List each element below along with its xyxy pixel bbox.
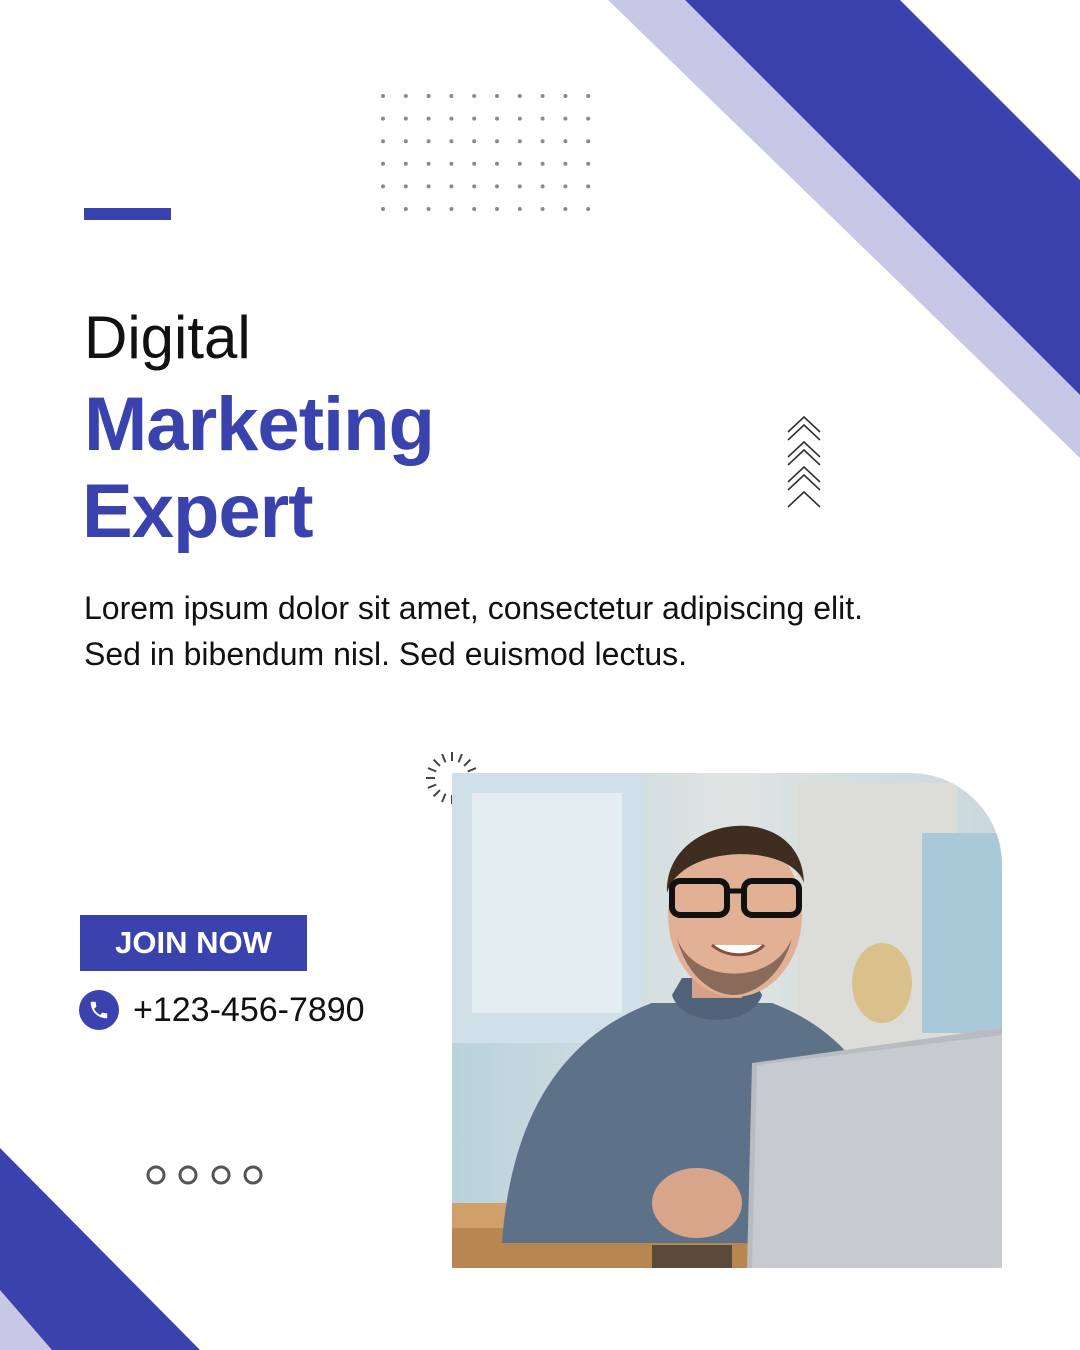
grid-dot: [563, 207, 568, 211]
grid-dot: [517, 161, 522, 166]
circle-4: [243, 1165, 263, 1185]
description: Lorem ipsum dolor sit amet, consectetur …: [84, 585, 1044, 677]
grid-dot: [563, 116, 568, 121]
grid-dot: [449, 139, 454, 144]
grid-dot: [426, 116, 431, 121]
grid-dot: [381, 161, 385, 166]
grid-dot: [495, 116, 499, 121]
grid-dot: [563, 161, 568, 166]
grid-dot: [403, 116, 408, 121]
grid-dot: [426, 184, 431, 189]
sunburst-ray: [467, 767, 477, 773]
grid-dot: [495, 161, 499, 166]
headline-digital: Digital: [84, 304, 251, 371]
grid-dot: [563, 139, 568, 144]
grid-dot: [426, 94, 431, 98]
grid-dot: [495, 94, 499, 98]
grid-dot: [381, 139, 385, 144]
grid-dot: [449, 116, 454, 121]
grid-dot: [517, 94, 522, 98]
grid-dot: [472, 94, 477, 98]
sunburst-ray: [432, 758, 441, 767]
grid-dot: [381, 94, 385, 98]
circle-1: [146, 1165, 166, 1185]
grid-dot: [540, 116, 545, 121]
grid-dot: [517, 139, 522, 144]
grid-dot: [586, 139, 591, 144]
hero-photo: [452, 773, 1002, 1268]
grid-dot: [403, 94, 408, 98]
grid-dot: [449, 94, 454, 98]
grid-dot: [403, 161, 408, 166]
grid-dot: [381, 184, 385, 189]
grid-dot: [586, 161, 591, 166]
grid-dot: [495, 207, 499, 211]
grid-dot: [472, 161, 477, 166]
grid-dot: [449, 161, 454, 166]
description-line-1: Lorem ipsum dolor sit amet, consectetur …: [84, 590, 864, 626]
phone-contact[interactable]: +123-456-7890: [79, 990, 365, 1030]
grid-dot: [403, 184, 408, 189]
sunburst-ray: [457, 753, 463, 763]
grid-dot: [540, 207, 545, 211]
dark-stripe-top: [685, 0, 1080, 395]
grid-dot: [472, 139, 477, 144]
grid-dot: [472, 184, 477, 189]
headline-expert: Expert: [82, 469, 314, 554]
grid-dot: [540, 184, 545, 189]
headline-marketing: Marketing: [84, 382, 435, 467]
grid-dot: [586, 116, 591, 121]
chevron-up-icon: [787, 415, 821, 508]
grid-dot: [403, 207, 408, 211]
description-line-2: Sed in bibendum nisl. Sed euismod lectus…: [84, 636, 688, 672]
phone-number: +123-456-7890: [133, 990, 365, 1029]
grid-dot: [586, 207, 591, 211]
grid-dot: [472, 116, 477, 121]
sunburst-ray: [441, 793, 447, 803]
grid-dot: [563, 184, 568, 189]
grid-dot: [495, 139, 499, 144]
circle-outline-icon: [146, 1165, 263, 1185]
poster: Digital Marketing Expert Lorem ipsum dol…: [0, 0, 1080, 1350]
sunburst-ray: [432, 789, 441, 798]
grid-dot: [449, 184, 454, 189]
grid-dot: [563, 94, 568, 98]
circle-2: [178, 1165, 198, 1185]
grid-dot: [403, 139, 408, 144]
grid-dot: [426, 161, 431, 166]
grid-dot: [426, 139, 431, 144]
grid-dot: [586, 94, 591, 98]
phone-icon: [79, 990, 119, 1030]
grid-dot: [472, 207, 477, 211]
grid-dot: [540, 161, 545, 166]
grid-dot: [517, 184, 522, 189]
accent-bar: [84, 208, 171, 220]
join-now-button[interactable]: JOIN NOW: [80, 915, 307, 971]
sunburst-ray: [463, 758, 472, 767]
sunburst-ray: [441, 753, 447, 763]
grid-dot: [449, 207, 454, 211]
grid-dot: [381, 116, 385, 121]
grid-dot: [381, 207, 385, 211]
grid-dot: [426, 207, 431, 211]
grid-dot: [495, 184, 499, 189]
circle-3: [211, 1165, 231, 1185]
grid-dot: [540, 139, 545, 144]
grid-dot: [517, 116, 522, 121]
grid-dot: [517, 207, 522, 211]
sunburst-ray: [427, 783, 437, 789]
grid-dot: [540, 94, 545, 98]
sunburst-ray: [427, 767, 437, 773]
dot-grid-icon: [381, 94, 591, 211]
grid-dot: [586, 184, 591, 189]
